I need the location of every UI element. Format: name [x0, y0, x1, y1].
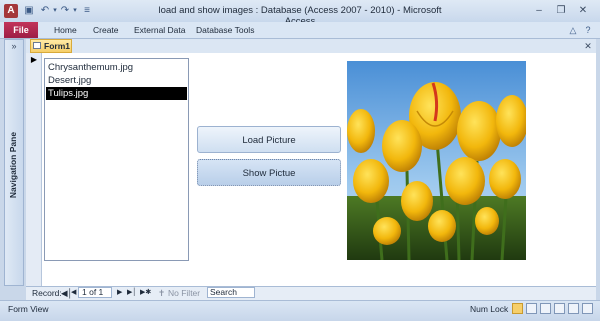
tab-create[interactable]: Create	[93, 22, 119, 38]
restore-icon[interactable]: ❐	[552, 3, 570, 18]
save-icon[interactable]: ▣	[22, 4, 36, 18]
previous-record-icon[interactable]: ◀	[71, 287, 76, 299]
last-record-icon[interactable]: ▶│	[127, 287, 137, 299]
access-logo-icon[interactable]: A	[4, 4, 18, 18]
new-record-icon[interactable]: ▶✱	[140, 287, 151, 299]
design-view-icon[interactable]	[554, 303, 565, 314]
search-input[interactable]: Search	[207, 287, 255, 298]
view-status-text: Form View	[8, 304, 49, 314]
tab-database-tools[interactable]: Database Tools	[196, 22, 254, 38]
chart-view-icon[interactable]	[582, 303, 593, 314]
ribbon-tab-bar	[0, 22, 600, 39]
record-label: Record:	[32, 288, 62, 298]
form-icon	[33, 42, 41, 49]
close-icon[interactable]: ✕	[574, 3, 592, 18]
datasheet-view-icon[interactable]	[526, 303, 537, 314]
layout-view-icon[interactable]	[540, 303, 551, 314]
tab-form1-label: Form1	[44, 41, 70, 51]
picture-frame	[347, 61, 526, 260]
load-picture-button[interactable]: Load Picture	[197, 126, 341, 153]
close-document-icon[interactable]: ✕	[582, 40, 594, 52]
minimize-ribbon-icon[interactable]: △	[567, 24, 579, 36]
record-selector[interactable]	[26, 53, 42, 286]
filter-icon[interactable]: ✝	[158, 287, 165, 299]
current-record-arrow-icon: ▶	[30, 55, 38, 64]
num-lock-indicator: Num Lock	[470, 304, 509, 314]
minimize-icon[interactable]: –	[530, 3, 548, 18]
list-item-selected[interactable]: Tulips.jpg	[46, 87, 187, 100]
navigation-pane-label[interactable]: Navigation Pane	[8, 110, 18, 220]
show-picture-button[interactable]: Show Pictue	[197, 159, 341, 186]
list-item[interactable]: Desert.jpg	[46, 74, 187, 87]
tab-file[interactable]: File	[4, 22, 38, 38]
tab-home[interactable]: Home	[54, 22, 77, 38]
document-tab-bar	[26, 39, 596, 54]
current-record-field[interactable]: 1 of 1	[78, 287, 112, 298]
no-filter-label[interactable]: No Filter	[168, 287, 200, 299]
tab-external-data[interactable]: External Data	[134, 22, 186, 38]
tulips-image	[347, 61, 526, 260]
customize-toolbar-icon[interactable]: ≡	[80, 4, 94, 18]
help-icon[interactable]: ?	[582, 24, 594, 36]
next-record-icon[interactable]: ▶	[117, 287, 122, 299]
pivot-view-icon[interactable]	[568, 303, 579, 314]
expand-nav-icon[interactable]: »	[4, 40, 24, 52]
status-bar	[0, 300, 600, 321]
form-view-icon[interactable]	[512, 303, 523, 314]
list-item[interactable]: Chrysanthemum.jpg	[46, 61, 187, 74]
